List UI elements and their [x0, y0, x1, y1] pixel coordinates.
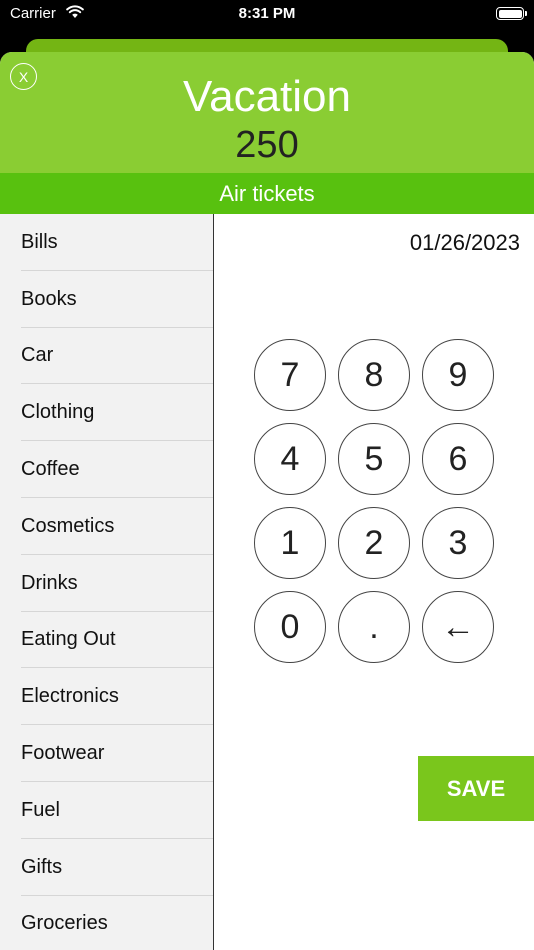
status-bar: Carrier 8:31 PM [0, 0, 534, 30]
key-1[interactable]: 1 [254, 507, 326, 579]
category-item-groceries[interactable]: Groceries [0, 896, 213, 950]
clock: 8:31 PM [238, 5, 296, 22]
key-5[interactable]: 5 [338, 423, 410, 495]
category-label: Drinks [21, 571, 78, 594]
key-2[interactable]: 2 [338, 507, 410, 579]
category-label: Coffee [21, 458, 80, 481]
key-4[interactable]: 4 [254, 423, 326, 495]
category-label: Groceries [21, 912, 108, 935]
category-item-electronics[interactable]: Electronics [0, 668, 213, 725]
category-label: Car [21, 344, 54, 367]
date-field[interactable]: 01/26/2023 [410, 230, 520, 256]
category-label: Eating Out [21, 628, 116, 651]
amount-display: 250 [235, 124, 299, 166]
battery-icon [496, 7, 527, 20]
category-item-cosmetics[interactable]: Cosmetics [0, 498, 213, 555]
save-button[interactable]: SAVE [418, 756, 534, 821]
backspace-icon[interactable]: ← [422, 591, 494, 663]
category-item-car[interactable]: Car [0, 328, 213, 385]
category-item-bills[interactable]: Bills [0, 214, 213, 271]
key-9[interactable]: 9 [422, 339, 494, 411]
category-label: Books [21, 287, 77, 310]
category-item-eating-out[interactable]: Eating Out [0, 612, 213, 669]
category-label: Cosmetics [21, 514, 115, 537]
category-item-footwear[interactable]: Footwear [0, 725, 213, 782]
expense-sheet: X Vacation 250 Air tickets Bills Books C… [0, 52, 534, 950]
category-item-clothing[interactable]: Clothing [0, 384, 213, 441]
category-label: Bills [21, 230, 58, 253]
category-item-gifts[interactable]: Gifts [0, 839, 213, 896]
category-label: Gifts [21, 855, 63, 878]
category-list[interactable]: Bills Books Car Clothing Coffee Cosmetic… [0, 214, 214, 950]
category-item-fuel[interactable]: Fuel [0, 782, 213, 839]
category-item-coffee[interactable]: Coffee [0, 441, 213, 498]
key-0[interactable]: 0 [254, 591, 326, 663]
key-3[interactable]: 3 [422, 507, 494, 579]
category-label: Fuel [21, 798, 60, 821]
category-item-books[interactable]: Books [0, 271, 213, 328]
subcategory-bar[interactable]: Air tickets [0, 173, 534, 214]
header: X Vacation 250 [0, 52, 534, 173]
number-keypad: 7 8 9 4 5 6 1 2 3 0 . ← [254, 339, 494, 663]
category-label: Clothing [21, 401, 95, 424]
key-6[interactable]: 6 [422, 423, 494, 495]
category-label: Electronics [21, 685, 119, 708]
key-decimal[interactable]: . [338, 591, 410, 663]
budget-title: Vacation [183, 72, 351, 121]
key-7[interactable]: 7 [254, 339, 326, 411]
category-label: Footwear [21, 742, 105, 765]
category-item-drinks[interactable]: Drinks [0, 555, 213, 612]
key-8[interactable]: 8 [338, 339, 410, 411]
